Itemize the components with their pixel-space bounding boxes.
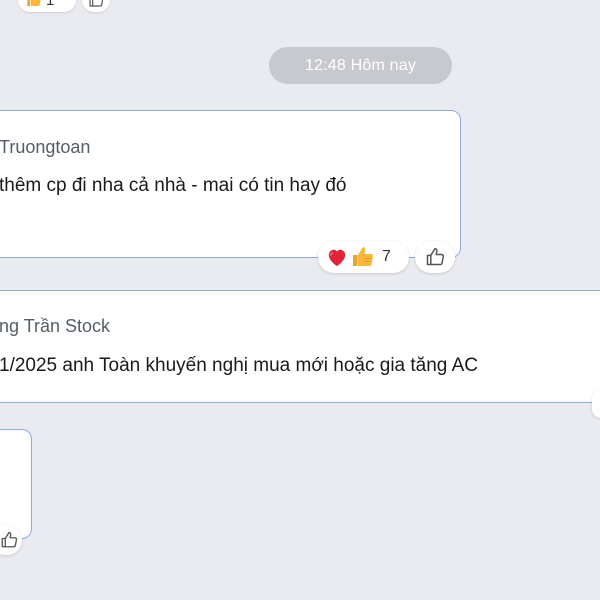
thumbs-up-emoji-icon [26,0,42,8]
message-bubble[interactable]: Truongtoan thêm cp đi nha cả nhà - mai c… [0,110,461,258]
like-outline-icon [425,247,445,267]
like-outline-icon [88,0,104,8]
chat-conversation: 1 12:48 Hôm nay Truongtoan thêm cp đi nh… [0,0,600,600]
reaction-count: 7 [382,248,391,265]
reaction-summary[interactable]: 7 [318,241,409,273]
thumbs-up-emoji-icon [351,245,375,269]
message-bubble[interactable]: ng Trần Stock 1/2025 anh Toàn khuyến ngh… [0,290,600,403]
heart-icon [326,247,348,267]
like-button[interactable] [415,241,455,273]
message-action-button[interactable] [592,390,600,418]
message-text: 1/2025 anh Toàn khuyến nghị mua mới hoặc… [0,355,478,376]
message-sender[interactable]: Truongtoan [0,137,90,158]
reaction-summary-top[interactable]: 1 [18,0,76,12]
like-button-top[interactable] [82,0,110,12]
message-bubble-partial[interactable] [0,429,32,539]
like-outline-icon [0,531,18,549]
date-separator: 12:48 Hôm nay [269,47,452,84]
message-text: thêm cp đi nha cả nhà - mai có tin hay đ… [0,175,347,196]
message-sender[interactable]: ng Trần Stock [0,316,110,337]
reaction-count: 1 [46,0,55,9]
